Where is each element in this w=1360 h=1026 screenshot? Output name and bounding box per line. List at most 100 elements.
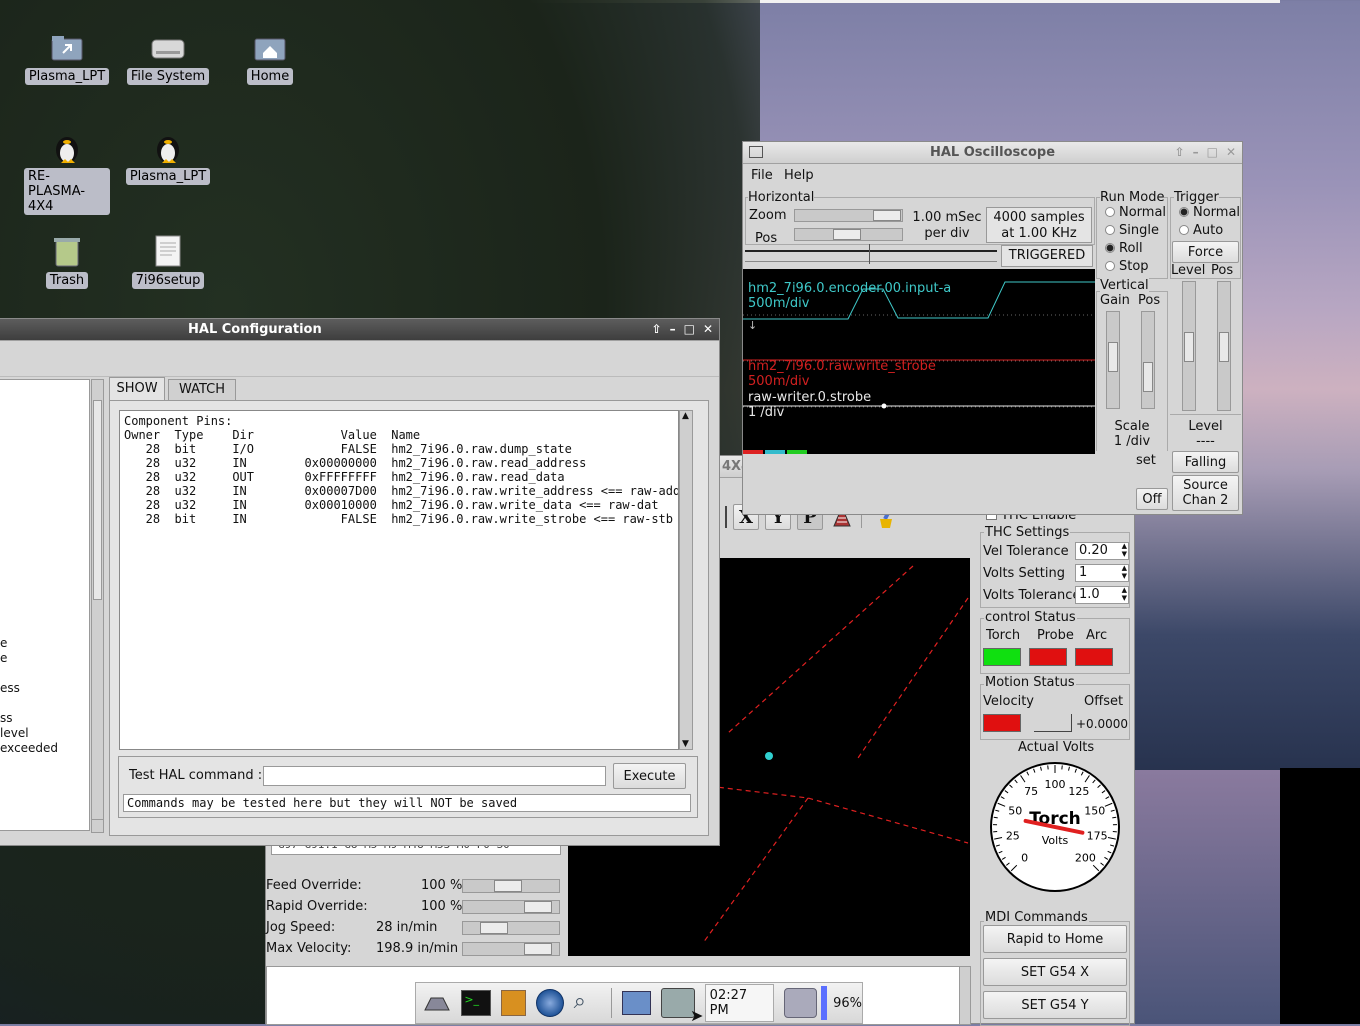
tree-item[interactable]: e	[0, 636, 7, 651]
gauge-tick	[994, 817, 998, 818]
pin-value: 0xFFFFFFFF	[268, 470, 376, 484]
power-icon[interactable]	[784, 988, 817, 1018]
search-icon[interactable]: ⌕	[574, 989, 601, 1017]
execute-button[interactable]: Execute	[613, 763, 686, 789]
override-slider[interactable]	[462, 942, 560, 956]
trace3-label: raw-writer.0.strobe1 /div	[748, 390, 871, 420]
run-mode-stop[interactable]: Stop	[1105, 259, 1149, 274]
tab-show[interactable]: SHOW	[109, 377, 165, 401]
home-folder-icon	[253, 30, 287, 64]
rapid-to-home-button[interactable]: Rapid to Home	[983, 925, 1127, 953]
pins-text-view[interactable]: Component Pins:OwnerTypeDirValueName28bi…	[119, 410, 679, 750]
tux-icon	[50, 130, 84, 164]
desktop-icon-plasma-lpt[interactable]: Plasma_LPT	[21, 30, 113, 85]
channel-off-button[interactable]: Off	[1136, 488, 1168, 510]
minimize-icon[interactable]: –	[670, 322, 676, 336]
desktop-icon-file-system[interactable]: File System	[122, 30, 214, 85]
override-slider[interactable]	[462, 900, 560, 914]
battery-level: 96%	[833, 996, 862, 1011]
folder-link-icon	[50, 30, 84, 64]
hal-tree[interactable]: ee ess sslevelexceeded	[0, 379, 90, 831]
scope-title-bar: HAL Oscilloscope⇧–□✕	[743, 142, 1242, 164]
text-file-icon	[151, 234, 185, 268]
tree-item[interactable]: level	[0, 726, 29, 741]
run-mode-roll[interactable]: Roll	[1105, 241, 1143, 256]
gain-slider[interactable]	[1106, 311, 1120, 409]
gauge-unit: Volts	[1042, 834, 1069, 847]
run-mode-single[interactable]: Single	[1105, 223, 1159, 238]
thc-setting-spinbox[interactable]: 1.0▲▼	[1075, 586, 1129, 604]
spin-arrows-icon[interactable]: ▲▼	[1122, 542, 1127, 558]
tree-scrollbar[interactable]	[91, 379, 104, 831]
channel-selector[interactable]	[743, 450, 1095, 454]
test-hal-input[interactable]	[263, 766, 606, 786]
desktop-icon-plasma-lpt-2[interactable]: Plasma_LPT	[122, 130, 214, 185]
gain-label: Gain	[1100, 293, 1130, 308]
force-trigger-button[interactable]: Force	[1172, 241, 1239, 263]
minimize-icon[interactable]: –	[1193, 145, 1199, 159]
maximize-icon[interactable]: □	[684, 322, 695, 336]
thc-setting-label: Volts Setting	[983, 566, 1065, 581]
scroll-up-icon[interactable]: ▲	[682, 411, 689, 421]
volts-gauge: 0255075100125150175200TorchVolts	[988, 760, 1122, 894]
terminal-icon[interactable]: >_	[461, 990, 490, 1016]
taskbar: >_ ⌕ 02:27 PM 96%	[415, 982, 863, 1024]
tree-item[interactable]: ess	[0, 681, 20, 696]
tree-item[interactable]: e	[0, 651, 7, 666]
close-icon[interactable]: ✕	[1226, 145, 1236, 159]
tab-watch[interactable]: WATCH	[168, 379, 236, 401]
desktop-icon-trash[interactable]: Trash	[21, 234, 113, 289]
close-icon[interactable]: ✕	[703, 322, 713, 336]
desktop-icon-home[interactable]: Home	[224, 30, 316, 85]
zoom-slider[interactable]	[794, 209, 903, 222]
axis-text-scrollbar[interactable]	[959, 966, 971, 1025]
trigger-mode-normal[interactable]: Normal	[1179, 205, 1240, 220]
tree-item[interactable]: exceeded	[0, 741, 58, 756]
set-g54-y-button[interactable]: SET G54 Y	[983, 991, 1127, 1019]
web-browser-icon[interactable]	[536, 989, 563, 1017]
run-mode-normal[interactable]: Normal	[1105, 205, 1166, 220]
torch-light	[983, 648, 1021, 666]
gauge-tick-label: 175	[1087, 829, 1108, 842]
trigger-level-slider[interactable]	[1182, 281, 1196, 411]
file-cabinet-icon[interactable]	[501, 990, 526, 1016]
override-slider[interactable]	[462, 921, 560, 935]
thc-setting-spinbox[interactable]: 1▲▼	[1075, 564, 1129, 582]
up-icon[interactable]: ⇧	[1175, 145, 1185, 159]
set-g54-x-button[interactable]: SET G54 X	[983, 958, 1127, 986]
drive-icon	[151, 30, 185, 64]
tree-item[interactable]: ss	[0, 711, 13, 726]
trigger-position-bar[interactable]	[745, 250, 997, 262]
maximize-icon[interactable]: □	[1207, 145, 1218, 159]
app-launcher-icon[interactable]	[422, 990, 451, 1016]
scope-menu-file[interactable]: File	[751, 168, 773, 183]
velocity-label: Velocity	[983, 694, 1034, 709]
thc-setting-spinbox[interactable]: 0.20▲▼	[1075, 542, 1129, 560]
desktop-icon-re-plasma[interactable]: RE-PLASMA-4X4	[21, 130, 113, 215]
spin-arrows-icon[interactable]: ▲▼	[1122, 586, 1127, 602]
folder-icon[interactable]	[622, 991, 651, 1015]
vertical-pos-slider[interactable]	[1141, 311, 1155, 409]
clock[interactable]: 02:27 PM	[705, 984, 774, 1022]
trace-cursor	[882, 404, 887, 409]
pins-column-header: Owner	[124, 428, 160, 442]
spin-arrows-icon[interactable]: ▲▼	[1122, 564, 1127, 580]
zoom-label: Zoom	[749, 208, 786, 223]
pins-scrollbar[interactable]: ▲▼	[679, 410, 693, 750]
scope-display[interactable]: ↓ hm2_7i96.0.encoder.00.input-a500m/div …	[743, 269, 1095, 453]
thc-setting-label: Volts Tolerance	[983, 588, 1080, 603]
override-label: Feed Override:	[266, 878, 362, 893]
window-menu-icon[interactable]	[749, 146, 763, 158]
scroll-down-icon[interactable]: ▼	[682, 739, 689, 749]
falling-edge-button[interactable]: Falling	[1172, 451, 1239, 473]
desktop-icon-7i96setup[interactable]: 7i96setup	[122, 234, 214, 289]
pos-slider[interactable]	[794, 228, 903, 241]
pin-type: u32	[175, 484, 218, 498]
up-icon[interactable]: ⇧	[652, 322, 662, 336]
pin-name: hm2_7i96.0.raw.read_address	[391, 456, 586, 470]
override-slider[interactable]	[462, 879, 560, 893]
trigger-pos-slider[interactable]	[1217, 281, 1231, 411]
trigger-mode-auto[interactable]: Auto	[1179, 223, 1223, 238]
source-channel-button[interactable]: SourceChan 2	[1172, 475, 1239, 511]
scope-menu-help[interactable]: Help	[784, 168, 814, 183]
